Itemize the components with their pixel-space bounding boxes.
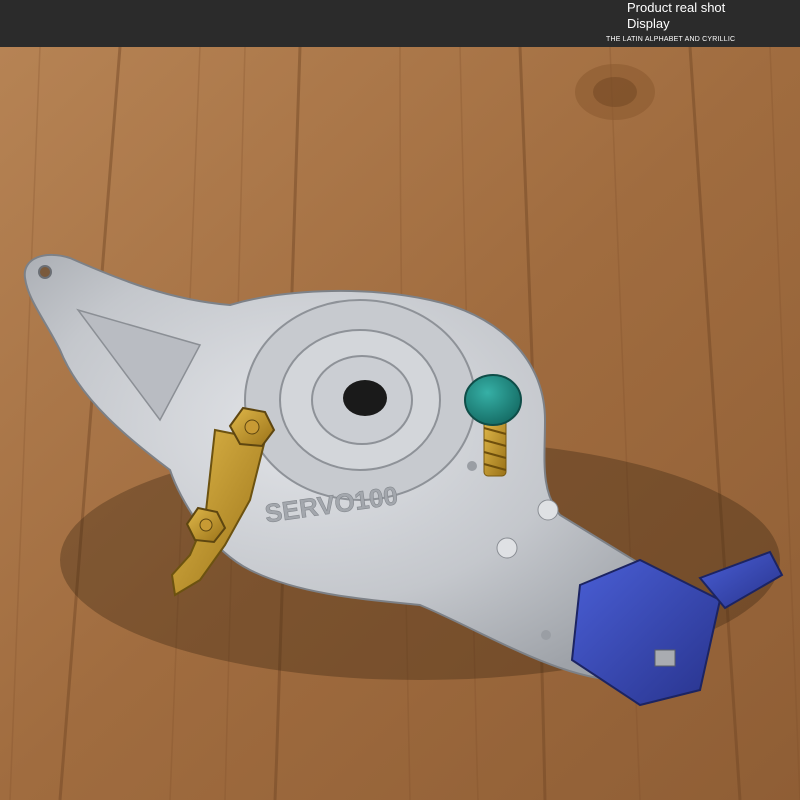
- header-title-line2: Display: [627, 16, 670, 31]
- center-hole: [343, 380, 387, 416]
- rivet: [537, 499, 559, 521]
- mount-hole: [38, 265, 52, 279]
- rivet: [467, 461, 477, 471]
- green-cap: [464, 374, 522, 426]
- header-caption: THE LATIN ALPHABET AND CYRILLIC: [606, 36, 736, 43]
- rivet: [541, 630, 551, 640]
- product-photo: SERVO100: [0, 47, 800, 800]
- header-title-line1: Product real shot: [627, 0, 726, 15]
- tension-spring: [483, 417, 507, 477]
- header-banner: Product real shot Display THE LATIN ALPH…: [0, 0, 800, 47]
- rivet: [496, 537, 518, 559]
